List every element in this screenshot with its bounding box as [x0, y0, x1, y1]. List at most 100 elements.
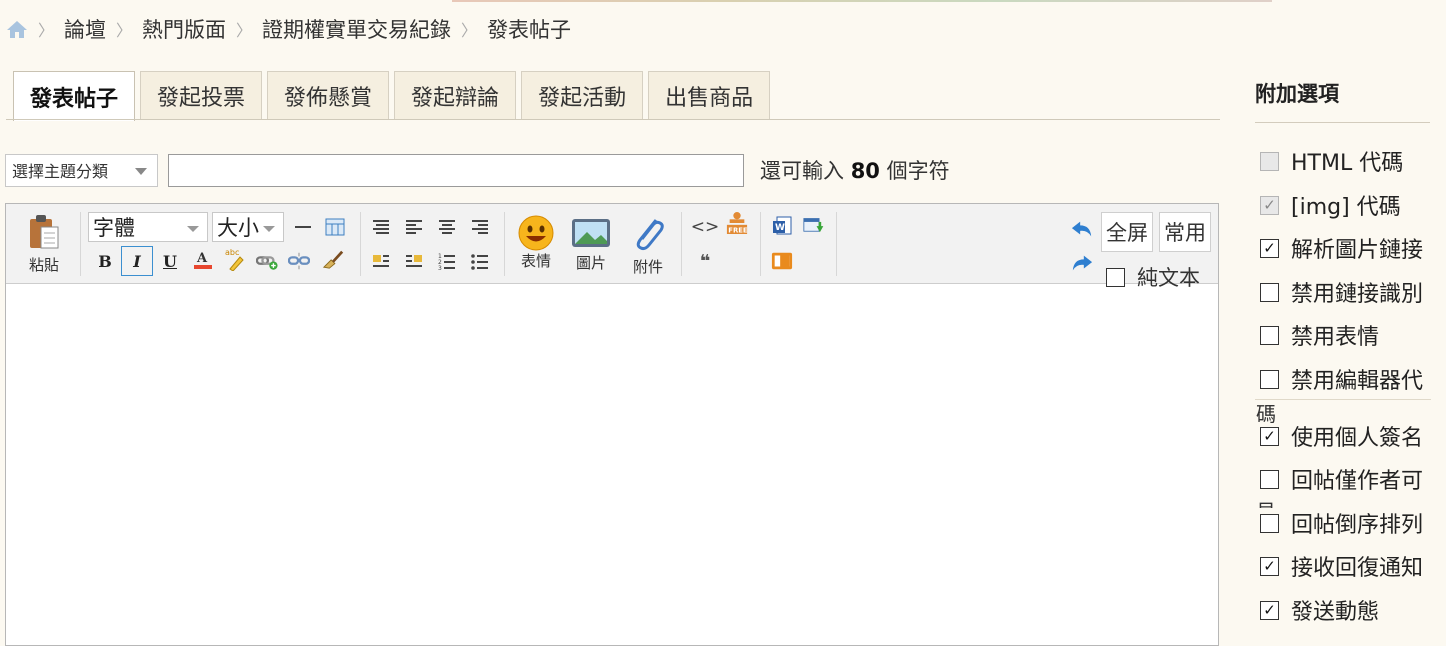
image-icon	[572, 219, 610, 247]
align-center-icon[interactable]	[436, 216, 458, 238]
option-send-feed[interactable]: 發送動態	[1260, 594, 1379, 626]
italic-icon[interactable]: I	[121, 246, 153, 276]
image-button[interactable]: 圖片	[571, 218, 611, 273]
toolbar-divider	[681, 212, 682, 276]
redo-icon[interactable]	[1071, 252, 1093, 274]
option-label: [img] 代碼	[1291, 195, 1401, 220]
align-left-icon[interactable]	[403, 216, 425, 238]
fullscreen-button[interactable]: 全屏	[1101, 212, 1153, 252]
chevron-down-icon	[187, 226, 199, 232]
option-disable-emoticons[interactable]: 禁用表情	[1260, 319, 1379, 351]
top-accent-line	[452, 0, 1272, 2]
bold-icon[interactable]: B	[94, 250, 116, 272]
sidebar-divider	[1255, 122, 1430, 123]
align-justify-icon[interactable]	[370, 216, 392, 238]
tab-reward[interactable]: 發佈懸賞	[267, 71, 390, 119]
option-reply-notify[interactable]: 接收回復通知	[1260, 550, 1423, 582]
option-parse-image-links[interactable]: 解析圖片鏈接	[1260, 232, 1423, 264]
breadcrumb-hot-boards[interactable]: 熱門版面	[142, 14, 226, 44]
subject-row: 選擇主題分類 還可輸入 80 個字符	[5, 152, 1219, 188]
chevron-right-icon: 〉	[461, 21, 478, 40]
chevron-right-icon: 〉	[38, 21, 55, 40]
breadcrumb-current: 發表帖子	[487, 18, 572, 42]
plain-text-toggle[interactable]: 純文本	[1106, 262, 1200, 292]
float-left-icon[interactable]	[370, 250, 392, 272]
attachment-button[interactable]: 附件	[630, 214, 666, 277]
breadcrumb-forum[interactable]: 論壇	[64, 14, 106, 44]
option-checkbox[interactable]	[1260, 513, 1279, 533]
tab-poll[interactable]: 發起投票	[140, 71, 263, 119]
common-mode-button[interactable]: 常用	[1159, 212, 1211, 252]
home-icon[interactable]	[6, 18, 28, 40]
tab-sell[interactable]: 出售商品	[648, 71, 771, 119]
option-reverse-order[interactable]: 回帖倒序排列	[1260, 507, 1423, 539]
category-select[interactable]: 選擇主題分類	[5, 153, 158, 187]
option-use-signature[interactable]: 使用個人簽名	[1260, 420, 1423, 452]
breadcrumb-board[interactable]: 證期權實單交易紀錄	[262, 14, 451, 44]
text-color-icon[interactable]: A	[192, 248, 214, 270]
svg-text:3: 3	[438, 265, 442, 270]
option-disable-editor-code[interactable]: 禁用編輯器代	[1260, 363, 1423, 395]
option-checkbox[interactable]	[1260, 556, 1279, 576]
quote-icon[interactable]: ❝	[694, 250, 716, 272]
option-label: 發送動態	[1291, 600, 1380, 625]
chevron-down-icon	[135, 167, 147, 175]
insert-link-icon[interactable]	[256, 250, 278, 272]
category-select-label: 選擇主題分類	[12, 162, 109, 181]
editor-content-area[interactable]	[6, 284, 1218, 645]
word-document-icon[interactable]: W	[771, 216, 793, 238]
remain-suffix: 個字符	[886, 159, 950, 183]
tab-new-post[interactable]: 發表帖子	[13, 71, 136, 121]
toolbar-divider	[504, 212, 505, 276]
char-remaining: 還可輸入 80 個字符	[760, 155, 950, 185]
remain-count: 80	[850, 159, 880, 183]
paste-button[interactable]: 粘貼	[28, 214, 60, 275]
highlight-icon[interactable]: abc	[224, 248, 246, 271]
subject-input[interactable]	[168, 153, 744, 187]
svg-text:FREE: FREE	[728, 227, 748, 235]
option-checkbox[interactable]	[1260, 282, 1279, 302]
undo-icon[interactable]	[1071, 218, 1093, 240]
ordered-list-icon[interactable]: 123	[436, 250, 458, 272]
option-checkbox[interactable]	[1260, 469, 1279, 489]
option-html-code[interactable]: HTML 代碼	[1260, 145, 1403, 177]
align-right-icon[interactable]	[469, 216, 491, 238]
float-right-icon[interactable]	[403, 250, 425, 272]
toolbar-divider	[836, 212, 837, 276]
option-checkbox[interactable]	[1260, 151, 1279, 171]
code-icon[interactable]: <>	[691, 216, 720, 238]
plain-text-checkbox[interactable]	[1106, 267, 1125, 287]
font-family-select[interactable]: 字體	[88, 212, 208, 242]
option-label: 回帖倒序排列	[1291, 513, 1424, 538]
tab-activity[interactable]: 發起活動	[521, 71, 644, 119]
option-checkbox[interactable]	[1260, 238, 1279, 258]
horizontal-rule-icon[interactable]	[292, 216, 314, 238]
option-disable-link-detect[interactable]: 禁用鏈接識別	[1260, 276, 1423, 308]
font-size-select[interactable]: 大小	[212, 212, 284, 242]
clear-format-icon[interactable]	[322, 248, 344, 270]
option-checkbox[interactable]	[1260, 195, 1279, 215]
option-checkbox[interactable]	[1260, 369, 1279, 389]
smiley-icon	[518, 215, 554, 251]
download-window-icon[interactable]	[803, 216, 825, 238]
underline-icon[interactable]: U	[159, 250, 181, 272]
option-checkbox[interactable]	[1260, 600, 1279, 620]
option-reply-author-only[interactable]: 回帖僅作者可	[1260, 463, 1423, 495]
rich-text-editor: 粘貼 字體 大小 B I U A abc 1 2 3 表情 圖片 附件 <> F…	[5, 203, 1219, 646]
option-label: HTML 代碼	[1291, 151, 1404, 176]
option-img-code[interactable]: [img] 代碼	[1260, 189, 1401, 221]
unordered-list-icon[interactable]	[469, 250, 491, 272]
post-type-tabs: 發表帖子 發起投票 發佈懸賞 發起辯論 發起活動 出售商品	[13, 71, 775, 121]
option-label: 接收回復通知	[1291, 556, 1424, 581]
free-icon[interactable]: FREE	[726, 212, 748, 235]
tab-debate[interactable]: 發起辯論	[394, 71, 517, 119]
emoticon-button[interactable]: 表情	[517, 214, 555, 271]
option-checkbox[interactable]	[1260, 325, 1279, 345]
flash-icon[interactable]	[771, 250, 793, 272]
table-icon[interactable]	[324, 216, 346, 238]
svg-text:A: A	[196, 251, 208, 266]
unlink-icon[interactable]	[288, 250, 310, 272]
chevron-right-icon: 〉	[236, 21, 253, 40]
option-checkbox[interactable]	[1260, 426, 1279, 446]
emoticon-label: 表情	[520, 252, 551, 270]
